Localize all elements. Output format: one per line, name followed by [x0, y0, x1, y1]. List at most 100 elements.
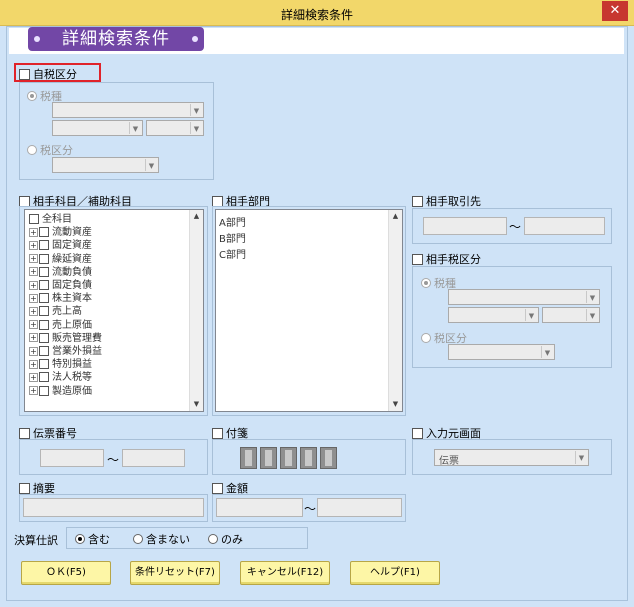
scroll-down-icon[interactable]: ▼: [389, 398, 402, 411]
amount-from-field[interactable]: [216, 498, 303, 517]
tree-item[interactable]: + 流動負債: [29, 266, 92, 279]
tree-item-checkbox[interactable]: [39, 385, 49, 396]
tree-item[interactable]: + 株主資本: [29, 292, 92, 305]
tree-item[interactable]: + 販売管理費: [29, 332, 102, 345]
voucher-no-checkbox[interactable]: [19, 427, 30, 439]
own-tax-checkbox[interactable]: [19, 68, 30, 80]
partner-dept-scrollbar[interactable]: ▲ ▼: [388, 210, 402, 411]
own-tax-class-radio-row[interactable]: 税区分: [27, 142, 73, 158]
sticky-note-5-icon[interactable]: [320, 447, 337, 469]
own-tax-type-combo-3[interactable]: ▼: [146, 120, 204, 136]
expand-icon[interactable]: +: [29, 280, 38, 290]
partner-tax-type-combo-2[interactable]: ▼: [448, 307, 539, 323]
expand-icon[interactable]: +: [29, 293, 38, 303]
tree-item[interactable]: + 固定資産: [29, 239, 92, 252]
expand-icon[interactable]: +: [29, 386, 38, 396]
list-item[interactable]: C部門: [219, 246, 246, 261]
tree-item[interactable]: + 売上原価: [29, 319, 92, 332]
tree-item[interactable]: + 流動資産: [29, 226, 92, 239]
summary-checkbox[interactable]: [19, 482, 30, 494]
partner-dept-list[interactable]: A部門 B部門 C部門 ▲ ▼: [215, 209, 403, 412]
list-item[interactable]: B部門: [219, 230, 246, 245]
settlement-include-radio[interactable]: [75, 534, 85, 544]
sticky-note-2-icon[interactable]: [260, 447, 277, 469]
sticky-note-1-icon[interactable]: [240, 447, 257, 469]
tree-item[interactable]: + 売上高: [29, 305, 82, 318]
cancel-button[interactable]: キャンセル(F12): [240, 561, 330, 585]
partner-account-checkbox[interactable]: [19, 195, 30, 207]
partner-tax-class-radio[interactable]: [421, 333, 431, 343]
own-tax-class-radio[interactable]: [27, 145, 37, 155]
tree-item-checkbox[interactable]: [39, 359, 49, 370]
expand-icon[interactable]: +: [29, 227, 38, 237]
own-tax-type-combo-1[interactable]: ▼: [52, 102, 204, 118]
voucher-no-from-field[interactable]: [40, 449, 104, 467]
expand-icon[interactable]: +: [29, 306, 38, 316]
summary-field[interactable]: [23, 498, 204, 517]
own-tax-class-combo[interactable]: ▼: [52, 157, 159, 173]
sticky-note-3-icon[interactable]: [280, 447, 297, 469]
own-tax-checkbox-row[interactable]: 自税区分: [19, 66, 77, 82]
partner-client-checkbox-row[interactable]: 相手取引先: [412, 193, 481, 209]
partner-client-checkbox[interactable]: [412, 195, 423, 207]
tree-item-checkbox[interactable]: [39, 293, 49, 304]
expand-icon[interactable]: +: [29, 346, 38, 356]
settlement-only-option[interactable]: のみ: [208, 531, 243, 547]
tree-item[interactable]: + 製造原価: [29, 385, 92, 398]
partner-tax-type-combo-3[interactable]: ▼: [542, 307, 600, 323]
expand-icon[interactable]: +: [29, 267, 38, 277]
amount-to-field[interactable]: [317, 498, 402, 517]
own-tax-type-radio[interactable]: [27, 91, 37, 101]
close-button[interactable]: ✕: [602, 1, 628, 21]
settlement-include-option[interactable]: 含む: [75, 531, 110, 547]
help-button[interactable]: ヘルプ(F1): [350, 561, 440, 585]
scroll-down-icon[interactable]: ▼: [190, 398, 203, 411]
voucher-no-to-field[interactable]: [122, 449, 185, 467]
scroll-up-icon[interactable]: ▲: [389, 210, 402, 223]
tree-item-checkbox[interactable]: [39, 332, 49, 343]
tree-item-checkbox[interactable]: [29, 214, 39, 224]
tree-item[interactable]: + 繰延資産: [29, 253, 92, 266]
reset-button[interactable]: 条件リセット(F7): [130, 561, 220, 585]
input-source-checkbox[interactable]: [412, 427, 423, 439]
settlement-exclude-option[interactable]: 含まない: [133, 531, 190, 547]
partner-client-from-field[interactable]: [423, 217, 507, 235]
amount-checkbox[interactable]: [212, 482, 223, 494]
tree-item[interactable]: + 法人税等: [29, 371, 92, 384]
tree-item[interactable]: + 固定負債: [29, 279, 92, 292]
tree-item-checkbox[interactable]: [39, 253, 49, 264]
partner-dept-checkbox[interactable]: [212, 195, 223, 207]
partner-tax-type-combo-1[interactable]: ▼: [448, 289, 600, 305]
partner-tax-class-combo[interactable]: ▼: [448, 344, 555, 360]
ok-button[interactable]: ＯＫ(F5): [21, 561, 111, 585]
partner-client-to-field[interactable]: [524, 217, 605, 235]
sticky-note-4-icon[interactable]: [300, 447, 317, 469]
settlement-exclude-radio[interactable]: [133, 534, 143, 544]
partner-tax-checkbox[interactable]: [412, 253, 423, 265]
tree-item[interactable]: + 営業外損益: [29, 345, 102, 358]
partner-account-scrollbar[interactable]: ▲ ▼: [189, 210, 203, 411]
partner-tax-type-radio[interactable]: [421, 278, 431, 288]
own-tax-type-combo-2[interactable]: ▼: [52, 120, 143, 136]
expand-icon[interactable]: +: [29, 320, 38, 330]
list-item[interactable]: A部門: [219, 214, 246, 229]
tree-item-checkbox[interactable]: [39, 346, 49, 356]
tree-item-checkbox[interactable]: [39, 280, 49, 290]
expand-icon[interactable]: +: [29, 359, 38, 369]
expand-icon[interactable]: +: [29, 254, 38, 264]
tree-item-checkbox[interactable]: [39, 372, 49, 383]
tree-item-checkbox[interactable]: [39, 306, 49, 317]
partner-account-tree[interactable]: 全科目 + 流動資産 + 固定資産 + 繰延資産 + 流動負債 + 固定負債 + 株主資本 + 売上高 + 売上…: [24, 209, 204, 412]
settlement-only-radio[interactable]: [208, 534, 218, 544]
expand-icon[interactable]: +: [29, 240, 38, 250]
scroll-up-icon[interactable]: ▲: [190, 210, 203, 223]
tree-item-checkbox[interactable]: [39, 227, 49, 238]
expand-icon[interactable]: +: [29, 372, 38, 382]
tree-item-checkbox[interactable]: [39, 266, 49, 277]
tree-item[interactable]: + 特別損益: [29, 358, 92, 371]
partner-tax-checkbox-row[interactable]: 相手税区分: [412, 251, 481, 267]
tree-item-checkbox[interactable]: [39, 319, 49, 330]
expand-icon[interactable]: +: [29, 333, 38, 343]
input-source-combo[interactable]: 伝票 ▼: [434, 449, 589, 467]
tree-item-all[interactable]: 全科目: [29, 213, 72, 226]
